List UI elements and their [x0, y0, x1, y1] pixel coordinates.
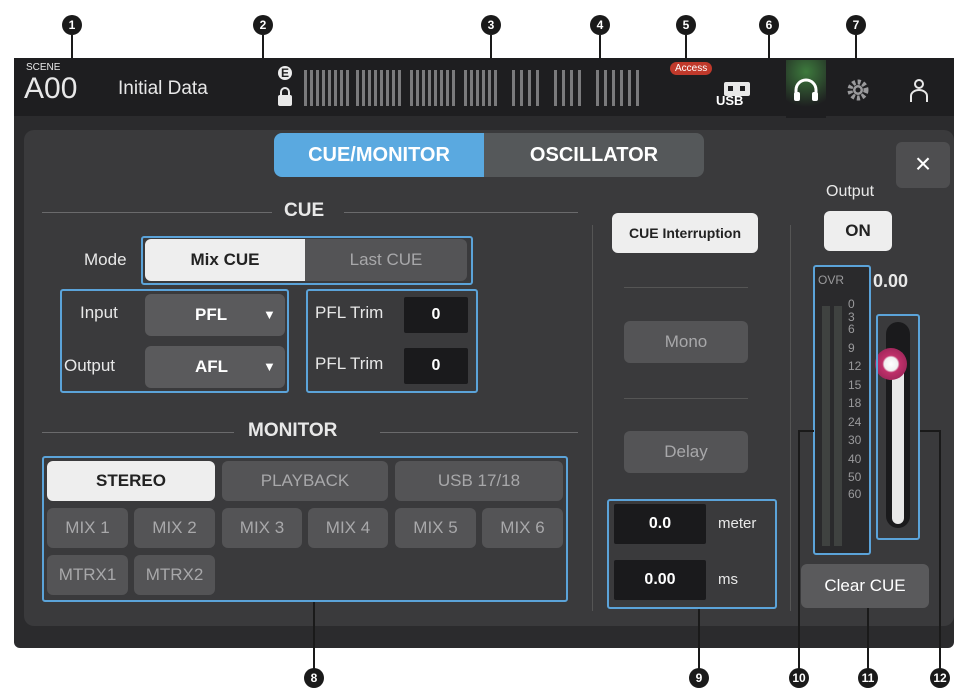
usb-label: USB — [716, 93, 744, 108]
right-divider — [790, 225, 791, 611]
section-divider — [592, 225, 593, 611]
tab-oscillator[interactable]: OSCILLATOR — [484, 133, 704, 177]
callout-12-leader — [939, 430, 941, 670]
mode-highlight — [141, 236, 473, 285]
callout-8: 8 — [304, 668, 324, 688]
meter-highlight — [813, 265, 871, 555]
cue-interruption-button[interactable]: CUE Interruption — [612, 213, 758, 253]
scene-number[interactable]: A00 — [24, 72, 77, 106]
user-icon[interactable] — [908, 78, 930, 109]
close-button[interactable]: × — [896, 142, 950, 188]
access-badge: Access — [670, 62, 713, 75]
callout-11-leader — [867, 608, 869, 670]
callout-1: 1 — [62, 15, 82, 35]
scene-name[interactable]: Initial Data — [118, 78, 208, 100]
gear-icon[interactable] — [846, 78, 870, 107]
fader-highlight — [876, 314, 920, 540]
lock-icon — [276, 86, 294, 113]
mono-button[interactable]: Mono — [624, 321, 748, 363]
callout-6: 6 — [759, 15, 779, 35]
callout-5: 5 — [676, 15, 696, 35]
delay-values-highlight — [607, 499, 777, 609]
e-icon: E — [278, 66, 292, 80]
mid-rule-1 — [624, 287, 748, 288]
pfl-trim-highlight — [306, 289, 478, 393]
cue-rule-right — [344, 212, 578, 213]
callout-3: 3 — [481, 15, 501, 35]
cue-title: CUE — [284, 200, 325, 221]
clear-cue-button[interactable]: Clear CUE — [801, 564, 929, 608]
mode-label: Mode — [84, 250, 127, 269]
callout-10-leader-h — [798, 430, 814, 432]
usb-icon[interactable]: USB — [716, 80, 756, 108]
monitor-rule-left — [42, 432, 234, 433]
callout-10-leader — [798, 430, 800, 670]
cue-rule-left — [42, 212, 272, 213]
callout-8-leader — [313, 602, 315, 672]
callout-12-leader-h — [920, 430, 940, 432]
callout-11: 11 — [858, 668, 878, 688]
monitor-highlight — [42, 456, 568, 602]
callout-12: 12 — [930, 668, 950, 688]
level-value: 0.00 — [873, 271, 909, 291]
delay-button[interactable]: Delay — [624, 431, 748, 473]
callout-9: 9 — [689, 668, 709, 688]
callout-10: 10 — [789, 668, 809, 688]
io-highlight — [60, 289, 289, 393]
monitor-title: MONITOR — [248, 420, 338, 441]
output-section-label: Output — [826, 183, 875, 200]
monitor-rule-right — [380, 432, 578, 433]
level-meter-strip — [304, 66, 650, 110]
headphones-icon[interactable] — [786, 60, 826, 118]
tab-cue-monitor[interactable]: CUE/MONITOR — [274, 133, 484, 177]
callout-7: 7 — [846, 15, 866, 35]
output-on-button[interactable]: ON — [824, 211, 892, 251]
callout-9-leader — [698, 609, 700, 671]
callout-2: 2 — [253, 15, 273, 35]
callout-4: 4 — [590, 15, 610, 35]
mid-rule-2 — [624, 398, 748, 399]
